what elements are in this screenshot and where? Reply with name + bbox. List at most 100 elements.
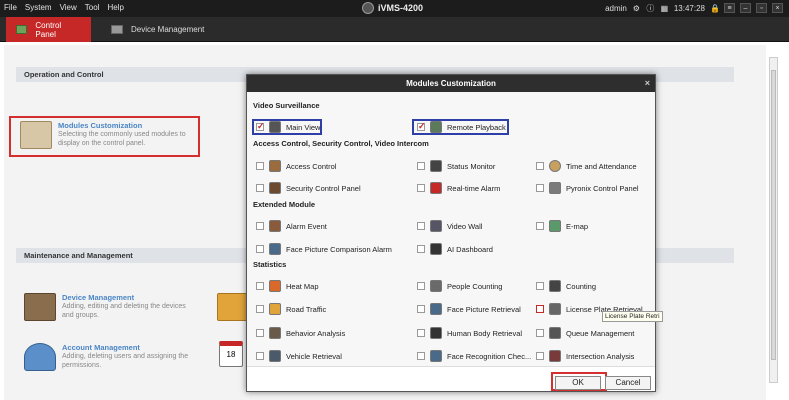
module-people-counting[interactable]: People Counting xyxy=(417,279,502,293)
module-face-recognition[interactable]: Face Recognition Chec... xyxy=(417,349,531,363)
module-video-wall[interactable]: Video Wall xyxy=(417,219,482,233)
access-control-icon xyxy=(269,160,281,172)
security-panel-icon xyxy=(269,182,281,194)
module-counting[interactable]: Counting xyxy=(536,279,596,293)
tab-bar: Control Panel Device Management xyxy=(0,17,789,42)
module-road-traffic[interactable]: Road Traffic xyxy=(256,302,326,316)
account-icon xyxy=(24,343,56,371)
module-status-monitor[interactable]: Status Monitor xyxy=(417,159,495,173)
module-pyronix[interactable]: Pyronix Control Panel xyxy=(536,181,639,195)
minimize-icon[interactable]: – xyxy=(740,3,751,13)
checkbox[interactable] xyxy=(536,305,544,313)
plate-retrieval-icon xyxy=(549,303,561,315)
checkbox[interactable] xyxy=(256,162,264,170)
checkbox[interactable] xyxy=(417,184,425,192)
ai-dashboard-icon xyxy=(430,243,442,255)
checkbox[interactable] xyxy=(256,305,264,313)
checkbox[interactable] xyxy=(417,162,425,170)
module-behavior[interactable]: Behavior Analysis xyxy=(256,326,345,340)
ok-button[interactable]: OK xyxy=(555,376,601,390)
dialog-title: Modules Customization xyxy=(406,79,496,88)
module-main-view[interactable]: Main View xyxy=(256,120,320,134)
tab-device-management[interactable]: Device Management xyxy=(101,17,214,42)
checkbox[interactable] xyxy=(417,245,425,253)
module-security-panel[interactable]: Security Control Panel xyxy=(256,181,361,195)
module-heat-map[interactable]: Heat Map xyxy=(256,279,319,293)
menu-help[interactable]: Help xyxy=(107,3,123,12)
info-icon[interactable]: ⓘ xyxy=(646,4,655,13)
checkbox[interactable] xyxy=(417,282,425,290)
menu-tool[interactable]: Tool xyxy=(85,3,100,12)
maximize-icon[interactable]: ▫ xyxy=(756,3,767,13)
checkbox[interactable] xyxy=(256,352,264,360)
menu-file[interactable]: File xyxy=(4,3,17,12)
module-queue[interactable]: Queue Management xyxy=(536,326,634,340)
checkbox[interactable] xyxy=(417,121,426,132)
app-title: iVMS-4200 xyxy=(362,2,423,14)
main-scrollbar[interactable] xyxy=(769,57,778,383)
cancel-button[interactable]: Cancel xyxy=(605,376,651,390)
dialog-close-icon[interactable]: × xyxy=(645,75,650,92)
module-vehicle[interactable]: Vehicle Retrieval xyxy=(256,349,342,363)
tab-control-panel[interactable]: Control Panel xyxy=(6,17,91,42)
checkbox[interactable] xyxy=(417,305,425,313)
module-remote-playback[interactable]: Remote Playback xyxy=(417,120,506,134)
checkbox[interactable] xyxy=(256,184,264,192)
lock-icon[interactable]: 🔒 xyxy=(710,4,720,13)
behavior-icon xyxy=(269,327,281,339)
event-card[interactable] xyxy=(217,293,249,321)
calendar-card[interactable]: 18 xyxy=(219,341,243,367)
username[interactable]: admin xyxy=(605,4,627,13)
device-management-icon xyxy=(111,25,123,34)
module-ai-dashboard[interactable]: AI Dashboard xyxy=(417,242,493,256)
module-alarm-event[interactable]: Alarm Event xyxy=(256,219,327,233)
item-label: Main View xyxy=(286,122,321,132)
checkbox[interactable] xyxy=(256,222,264,230)
checkbox[interactable] xyxy=(417,329,425,337)
account-management-card[interactable]: Account Management Adding, deleting user… xyxy=(24,343,192,371)
module-access-control[interactable]: Access Control xyxy=(256,159,336,173)
module-intersection[interactable]: Intersection Analysis xyxy=(536,349,634,363)
checkbox[interactable] xyxy=(536,282,544,290)
app-logo-icon xyxy=(362,2,374,14)
tab-label: Control Panel xyxy=(35,20,62,39)
item-label: AI Dashboard xyxy=(447,244,493,254)
checkbox[interactable] xyxy=(536,162,544,170)
modules-customization-card[interactable]: Modules Customization Selecting the comm… xyxy=(20,121,188,149)
map-icon xyxy=(549,220,561,232)
item-label: Time and Attendance xyxy=(566,161,637,171)
close-icon[interactable]: × xyxy=(772,3,783,13)
grid-icon[interactable]: ▦ xyxy=(660,4,669,13)
checkbox[interactable] xyxy=(536,329,544,337)
module-face-alarm[interactable]: Face Picture Comparison Alarm xyxy=(256,242,392,256)
module-face-retrieval[interactable]: Face Picture Retrieval xyxy=(417,302,521,316)
control-panel-icon xyxy=(16,25,28,34)
checkbox[interactable] xyxy=(256,121,265,132)
module-time-attendance[interactable]: Time and Attendance xyxy=(536,159,637,173)
checkbox[interactable] xyxy=(256,329,264,337)
module-emap[interactable]: E-map xyxy=(536,219,588,233)
checkbox[interactable] xyxy=(417,352,425,360)
item-label: Vehicle Retrieval xyxy=(286,351,342,361)
checkbox[interactable] xyxy=(536,184,544,192)
road-traffic-icon xyxy=(269,303,281,315)
settings-icon[interactable]: ⚙ xyxy=(632,4,641,13)
checkbox[interactable] xyxy=(536,222,544,230)
item-label: People Counting xyxy=(447,281,503,291)
checkbox[interactable] xyxy=(536,352,544,360)
checkbox[interactable] xyxy=(256,245,264,253)
checkbox[interactable] xyxy=(417,222,425,230)
menu-system[interactable]: System xyxy=(25,3,52,12)
card-desc: Selecting the commonly used modules to d… xyxy=(58,131,186,147)
module-human-body[interactable]: Human Body Retrieval xyxy=(417,326,522,340)
item-label: Human Body Retrieval xyxy=(447,328,523,338)
people-counting-icon xyxy=(430,280,442,292)
menu-view[interactable]: View xyxy=(60,3,77,12)
menu-window-icon[interactable]: ≡ xyxy=(724,3,735,13)
checkbox[interactable] xyxy=(256,282,264,290)
device-management-card[interactable]: Device Management Adding, editing and de… xyxy=(24,293,192,321)
group-statistics: Statistics xyxy=(253,260,287,269)
item-label: Remote Playback xyxy=(447,122,506,132)
scrollbar-thumb[interactable] xyxy=(771,70,776,360)
module-realtime-alarm[interactable]: Real-time Alarm xyxy=(417,181,500,195)
